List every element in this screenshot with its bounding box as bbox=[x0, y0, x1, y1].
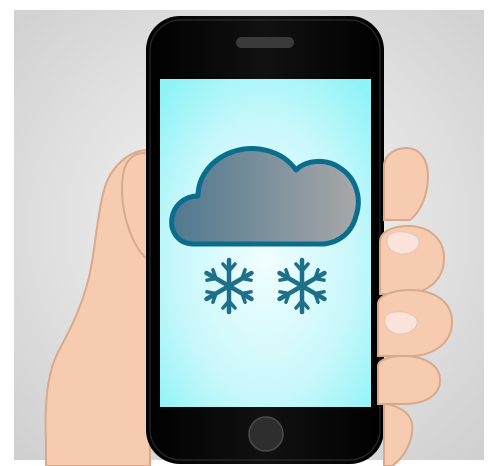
fingernail-ring bbox=[384, 311, 418, 335]
fingernail-middle bbox=[386, 231, 420, 255]
finger-little bbox=[377, 354, 442, 405]
hand-holding-phone-illustration bbox=[0, 0, 498, 466]
phone-home-button bbox=[248, 416, 284, 452]
phone-speaker bbox=[236, 37, 294, 48]
scene-container bbox=[0, 0, 498, 466]
